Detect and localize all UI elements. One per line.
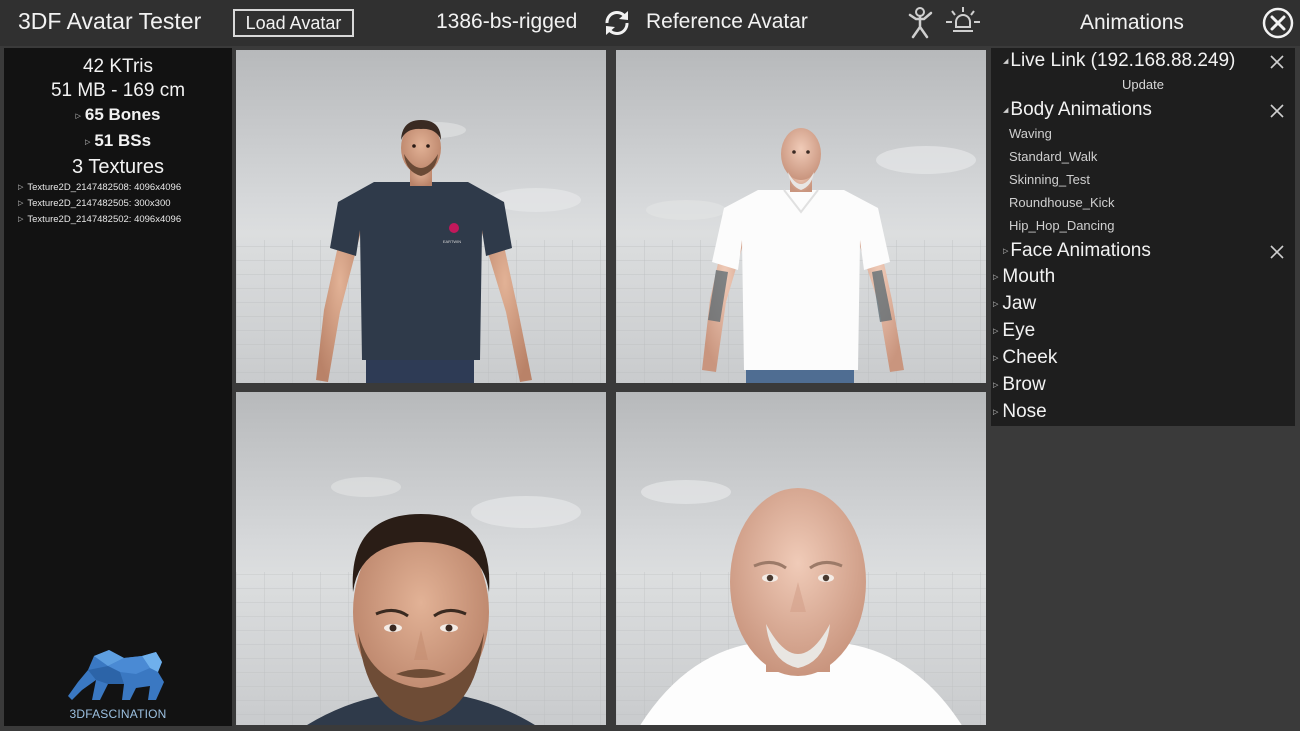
bones-label: 65 Bones [84,105,161,124]
live-link-label: Live Link (192.168.88.249) [1010,50,1236,71]
expand-triangle-icon: ▷ [1003,247,1009,255]
face-group-label: Nose [1002,401,1047,422]
expand-triangle-icon: ▷ [993,327,999,335]
ktris-stat: 42 KTris [82,56,154,77]
live-link-header[interactable]: ◢ Live Link (192.168.88.249) [1003,50,1235,72]
expand-triangle-icon: ▷ [18,200,24,208]
blendshapes-toggle[interactable]: ▷ 51 BSs [4,131,232,151]
viewport-reference-face[interactable] [616,392,986,725]
animation-item-skinning-test[interactable]: Skinning_Test [1009,172,1090,187]
brand-logo-text: 3DFASCINATION [69,707,167,721]
refresh-icon[interactable] [601,8,633,38]
face-group-eye[interactable]: ▷ Eye [993,320,1035,342]
texture-item[interactable]: ▷ Texture2D_2147482505: 300x300 [18,198,171,209]
face-group-nose[interactable]: ▷ Nose [993,401,1047,423]
face-group-label: Brow [1002,374,1046,395]
expand-triangle-icon: ▷ [993,273,999,281]
face-animations-label: Face Animations [1010,240,1151,261]
app-title: 3DF Avatar Tester [18,8,202,34]
animation-item-hip-hop-dancing[interactable]: Hip_Hop_Dancing [1009,218,1115,233]
collapse-triangle-icon: ◢ [1003,106,1009,114]
face-group-label: Cheek [1002,347,1058,368]
expand-triangle-icon: ▷ [84,138,91,146]
collapse-triangle-icon: ◢ [1003,57,1009,65]
animations-title: Animations [1080,11,1184,34]
body-animations-header[interactable]: ◢ Body Animations [1003,99,1152,121]
face-group-label: Eye [1002,320,1036,341]
face-group-cheek[interactable]: ▷ Cheek [993,347,1057,369]
bones-toggle[interactable]: ▷ 65 Bones [4,105,232,125]
avatar-stats-panel: 42 KTris 51 MB - 169 cm ▷ 65 Bones ▷ 51 BS… [4,48,232,726]
animation-item-waving[interactable]: Waving [1009,126,1052,141]
animations-panel: ◢ Live Link (192.168.88.249) Update ◢ Body… [991,48,1295,426]
top-bar: 3DF Avatar Tester Load Avatar 1386-bs-ri… [0,0,1300,46]
avatar-name: 1386-bs-rigged [436,10,578,33]
blendshapes-label: 51 BSs [94,131,152,150]
expand-triangle-icon: ▷ [993,408,999,416]
face-group-brow[interactable]: ▷ Brow [993,374,1046,396]
close-x-icon[interactable] [1269,54,1285,70]
close-x-icon[interactable] [1269,103,1285,119]
reference-avatar-label: Reference Avatar [646,10,808,33]
size-height-stat: 51 MB - 169 cm [50,80,186,101]
viewport-reference-full-body[interactable] [616,50,986,383]
texture-label: Texture2D_2147482502: 4096x4096 [27,214,182,225]
texture-item[interactable]: ▷ Texture2D_2147482508: 4096x4096 [18,182,181,193]
texture-label: Texture2D_2147482505: 300x300 [27,198,171,209]
face-group-mouth[interactable]: ▷ Mouth [993,266,1055,288]
lynx-logo-icon [68,650,164,700]
textures-count: 3 Textures [72,156,164,178]
face-group-label: Mouth [1002,266,1056,287]
expand-triangle-icon: ▷ [75,112,81,120]
load-avatar-button[interactable]: Load Avatar [233,9,354,37]
expand-triangle-icon: ▷ [993,300,999,308]
light-icon[interactable] [944,5,982,41]
ragdoll-icon[interactable] [902,5,938,41]
viewport-avatar-full-body[interactable]: EARTWIN [236,50,606,383]
texture-label: Texture2D_2147482508: 4096x4096 [27,182,182,193]
face-group-jaw[interactable]: ▷ Jaw [993,293,1036,315]
body-animations-label: Body Animations [1010,99,1152,120]
face-group-label: Jaw [1002,293,1037,314]
close-x-icon[interactable] [1269,244,1285,260]
expand-triangle-icon: ▷ [18,184,24,192]
face-animations-header[interactable]: ▷ Face Animations [1003,240,1151,262]
viewport-avatar-face[interactable] [236,392,606,725]
shirt-logo-text: EARTWIN [443,239,461,244]
expand-triangle-icon: ▷ [18,216,24,224]
expand-triangle-icon: ▷ [993,381,999,389]
animation-item-roundhouse-kick[interactable]: Roundhouse_Kick [1009,195,1115,210]
texture-item[interactable]: ▷ Texture2D_2147482502: 4096x4096 [18,214,181,225]
close-icon[interactable] [1262,7,1294,39]
animation-item-standard-walk[interactable]: Standard_Walk [1009,149,1097,164]
update-button[interactable]: Update [991,77,1295,92]
expand-triangle-icon: ▷ [993,354,999,362]
